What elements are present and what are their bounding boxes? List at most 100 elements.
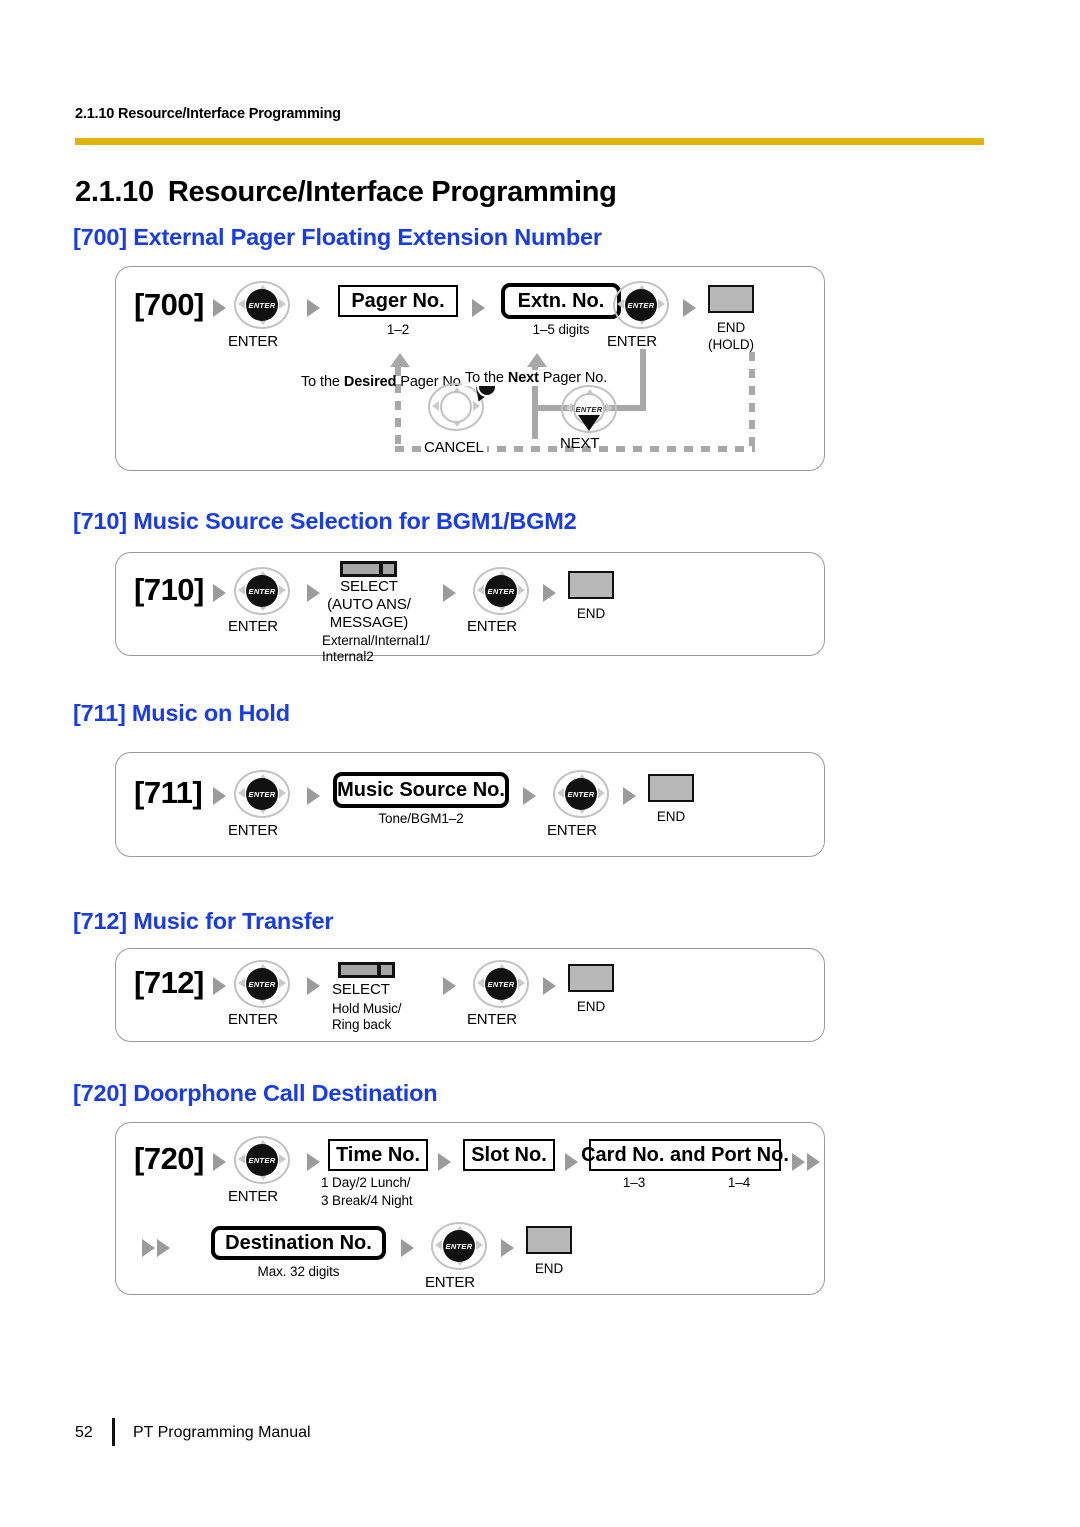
flow-arrow-icon	[213, 787, 226, 805]
section-heading-712: [712] Music for Transfer	[73, 908, 334, 934]
running-head: 2.1.10 Resource/Interface Programming	[75, 106, 341, 122]
feature-code-720: [720]	[134, 1141, 204, 1176]
select-key-label-line3: MESSAGE)	[329, 614, 409, 631]
select-options-line2: Ring back	[332, 1017, 392, 1032]
section-heading-710: [710] Music Source Selection for BGM1/BG…	[73, 508, 577, 534]
select-key-label: SELECT	[332, 981, 390, 998]
end-key-label: END	[656, 809, 686, 824]
end-key-icon	[568, 964, 614, 992]
enter-key-icon: ENTER	[613, 281, 669, 329]
flow-arrow-icon	[443, 584, 456, 602]
enter-key-text: ENTER	[248, 1155, 276, 1165]
enter-key-icon: ENTER	[431, 1222, 487, 1270]
param-range-extn-no: 1–5 digits	[532, 322, 590, 337]
document-page: 2.1.10 Resource/Interface Programming 2.…	[0, 0, 1080, 1527]
cancel-loop-line	[749, 352, 755, 448]
enter-key-icon: ENTER	[234, 770, 290, 818]
next-key-icon: ENTER	[561, 385, 617, 433]
enter-key-label: ENTER	[467, 618, 517, 635]
flow-arrow-icon	[472, 299, 485, 317]
param-box-extn-no: Extn. No.	[501, 283, 621, 319]
diagram-710: [710] ENTER ENTER SELECT (AUTO ANS/ MESS…	[115, 552, 825, 664]
enter-key-text: ENTER	[627, 300, 655, 310]
enter-key-label: ENTER	[228, 1011, 278, 1028]
cancel-key-label: CANCEL	[421, 439, 487, 456]
end-key-icon	[568, 571, 614, 599]
flow-arrow-icon	[213, 1153, 226, 1171]
end-key-icon	[708, 285, 754, 313]
flow-arrow-icon	[401, 1239, 414, 1257]
enter-key-label: ENTER	[228, 618, 278, 635]
param-range-card-no: 1–3	[622, 1175, 646, 1190]
end-key-label: END	[716, 320, 746, 335]
section-heading-711: [711] Music on Hold	[73, 700, 290, 726]
enter-key-label: ENTER	[425, 1274, 475, 1291]
param-options-time-no-line1: 1 Day/2 Lunch/	[321, 1175, 411, 1190]
header-rule	[75, 138, 984, 145]
end-key-sublabel: (HOLD)	[708, 337, 754, 352]
flow-arrow-icon	[443, 977, 456, 995]
param-box-music-source-no: Music Source No.	[333, 772, 509, 808]
end-key-icon	[526, 1226, 572, 1254]
select-options-line2: Internal2	[322, 649, 374, 664]
enter-key-label: ENTER	[547, 822, 597, 839]
flow-arrow-icon	[543, 584, 556, 602]
param-box-time-no: Time No.	[328, 1139, 428, 1171]
diagram-711: [711] ENTER ENTER Music Source No. Tone/…	[115, 752, 825, 857]
feature-code-711: [711]	[134, 775, 203, 810]
enter-key-icon: ENTER	[473, 567, 529, 615]
select-options-line1: Hold Music/	[332, 1001, 402, 1016]
enter-key-text: ENTER	[248, 789, 276, 799]
flow-arrow-icon	[307, 1153, 320, 1171]
next-key-text: ENTER	[575, 404, 603, 414]
param-box-destination-no: Destination No.	[211, 1226, 386, 1260]
select-options-line1: External/Internal1/	[322, 633, 430, 648]
page-number: 52	[75, 1424, 93, 1441]
enter-key-label: ENTER	[228, 822, 278, 839]
enter-key-text: ENTER	[487, 586, 515, 596]
section-heading-700: [700] External Pager Floating Extension …	[73, 224, 602, 250]
enter-key-label: ENTER	[607, 333, 657, 350]
enter-key-icon: ENTER	[553, 770, 609, 818]
flow-continues-arrow-icon	[792, 1153, 805, 1171]
enter-key-label: ENTER	[228, 333, 278, 350]
enter-key-text: ENTER	[445, 1241, 473, 1251]
flow-arrow-icon	[565, 1153, 578, 1171]
flow-arrow-icon	[213, 584, 226, 602]
footer-title: PT Programming Manual	[133, 1424, 311, 1441]
param-range-destination-no: Max. 32 digits	[257, 1264, 340, 1279]
feature-code-700: [700]	[134, 287, 204, 322]
diagram-700: [700] ENTER ENTER Pager No. 1–2 Extn. No…	[115, 266, 825, 471]
select-key-icon	[340, 561, 397, 577]
select-key-label-line2: (AUTO ANS/	[327, 596, 411, 613]
flow-continues-arrow-icon	[157, 1239, 170, 1257]
feature-code-710: [710]	[134, 572, 204, 607]
flow-continues-arrow-icon	[807, 1153, 820, 1171]
enter-key-text: ENTER	[487, 979, 515, 989]
enter-key-text: ENTER	[248, 300, 276, 310]
end-key-icon	[648, 774, 694, 802]
footer-divider	[112, 1418, 115, 1446]
enter-key-text: ENTER	[248, 979, 276, 989]
flow-arrow-icon	[307, 299, 320, 317]
flow-arrow-icon	[523, 787, 536, 805]
flow-arrow-icon	[683, 299, 696, 317]
flow-arrow-icon	[501, 1239, 514, 1257]
flow-arrow-icon	[438, 1153, 451, 1171]
cancel-loop-arrow-icon	[390, 353, 410, 367]
enter-key-text: ENTER	[567, 789, 595, 799]
param-box-slot-no: Slot No.	[463, 1139, 555, 1171]
enter-key-icon: ENTER	[234, 1136, 290, 1184]
flow-continues-arrow-icon	[142, 1239, 155, 1257]
enter-key-icon: ENTER	[234, 281, 290, 329]
param-box-pager-no: Pager No.	[338, 285, 458, 317]
chapter-number: 2.1.10	[75, 176, 154, 208]
next-loop-line	[640, 349, 646, 411]
flow-arrow-icon	[307, 977, 320, 995]
enter-key-label: ENTER	[467, 1011, 517, 1028]
flow-arrow-icon	[623, 787, 636, 805]
diagram-720: [720] ENTER ENTER Time No. 1 Day/2 Lunch…	[115, 1122, 825, 1295]
enter-key-icon: ENTER	[473, 960, 529, 1008]
flow-arrow-icon	[213, 977, 226, 995]
end-key-label: END	[576, 999, 606, 1014]
